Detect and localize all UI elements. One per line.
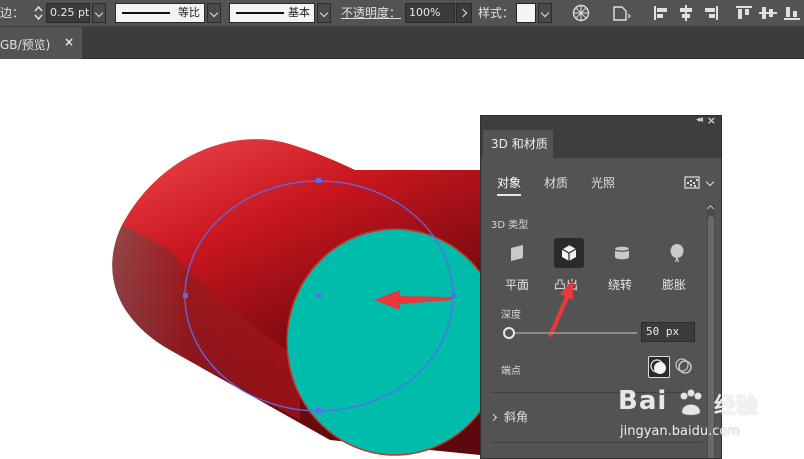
depth-input[interactable]: 50 px [641, 322, 695, 342]
control-bar: 边： 0.25 pt 等比 基本 不透明度： 100% 样式： [0, 0, 804, 27]
type-revolve-button[interactable] [607, 238, 637, 268]
type-inflate-label: 膨胀 [662, 278, 687, 292]
panel-titlebar[interactable]: ◂◂ × [481, 116, 721, 128]
close-tab-icon[interactable]: × [64, 35, 74, 49]
bevel-section-header[interactable]: 斜角 [489, 408, 529, 425]
stroke-weight-dropdown[interactable] [92, 3, 106, 23]
opacity-label[interactable]: 不透明度： [341, 6, 401, 20]
panel-tab-strip: 3D 和材质 [481, 128, 721, 158]
annotation-arrow-up [548, 280, 573, 337]
type-revolve-label: 绕转 [608, 278, 633, 292]
anchor-point-left[interactable] [183, 293, 188, 298]
anchor-point-bottom[interactable] [316, 408, 321, 413]
style-label: 样式： [478, 6, 515, 20]
profile-line-icon [122, 12, 170, 14]
cap-solid-icon [650, 359, 666, 374]
bevel-label: 斜角 [504, 410, 529, 424]
type-plane-label: 平面 [505, 278, 530, 292]
anchor-point-center[interactable] [316, 293, 321, 298]
opacity-expand-button[interactable] [456, 3, 472, 23]
anchor-point-top[interactable] [316, 178, 321, 183]
brush-definition[interactable]: 基本 [229, 3, 315, 23]
depth-label: 深度 [501, 310, 521, 321]
extrude-cube-icon [561, 244, 577, 261]
profile-label: 等比 [178, 6, 200, 19]
watermark-brand-cn: 经验 [714, 394, 759, 419]
cap-hollow-icon [675, 358, 692, 374]
depth-slider-knob[interactable] [503, 327, 515, 339]
plane-icon [511, 245, 523, 261]
style-dropdown[interactable] [538, 3, 552, 23]
cap-on-button[interactable] [648, 356, 670, 378]
expand-chevron-icon [489, 413, 498, 422]
brush-dropdown[interactable] [317, 3, 331, 23]
inflate-balloon-icon [670, 244, 684, 263]
document-tab-title: GB/预览) [0, 38, 51, 52]
recolor-artwork-icon[interactable] [571, 4, 591, 22]
graphic-style-swatch[interactable] [516, 3, 536, 23]
revolve-icon [614, 246, 630, 260]
opacity-field[interactable]: 100% [405, 3, 455, 23]
close-panel-icon[interactable]: × [707, 116, 716, 127]
panel-tab-3d-materials[interactable]: 3D 和材质 [483, 130, 553, 158]
document-setup-icon[interactable] [611, 4, 631, 22]
align-vertical-center-icon[interactable] [758, 4, 778, 22]
cap-label: 端点 [501, 366, 521, 377]
type-inflate-button[interactable] [662, 238, 692, 268]
subtab-lighting[interactable]: 光照 [591, 174, 615, 191]
depth-slider-track[interactable] [511, 332, 637, 334]
watermark-brand: Bai [618, 386, 668, 416]
stroke-spinner-icon[interactable] [32, 3, 45, 23]
align-horizontal-center-icon[interactable] [676, 4, 696, 22]
align-right-icon[interactable] [700, 4, 720, 22]
cap-off-button[interactable] [674, 356, 696, 378]
align-bottom-icon[interactable] [782, 4, 802, 22]
brush-line-icon [236, 12, 284, 14]
watermark-url: jingyan.baidu.com [620, 424, 740, 439]
scroll-up-icon[interactable] [706, 204, 715, 213]
collapse-panel-icon[interactable]: ◂◂ [696, 116, 703, 125]
stroke-weight-field[interactable]: 0.25 pt [46, 3, 90, 23]
brush-label: 基本 [288, 6, 310, 19]
render-settings-icon[interactable] [684, 174, 700, 190]
type-plane-button[interactable] [502, 238, 532, 268]
profile-dropdown[interactable] [207, 3, 221, 23]
document-tab[interactable]: GB/预览) × [0, 27, 82, 59]
subtab-material[interactable]: 材质 [544, 174, 568, 191]
stroke-label: 边： [0, 6, 25, 20]
variable-width-profile[interactable]: 等比 [115, 3, 205, 23]
subtab-object[interactable]: 对象 [497, 174, 522, 196]
align-left-icon[interactable] [652, 4, 672, 22]
3d-type-heading: 3D 类型 [491, 220, 529, 231]
document-tab-bar: GB/预览) × [0, 27, 804, 59]
align-top-icon[interactable] [734, 4, 754, 22]
paw-logo-icon [680, 389, 702, 416]
type-extrude-button[interactable] [554, 238, 584, 268]
baidu-jingyan-watermark: Bai 经验 jingyan.baidu.com [618, 386, 788, 446]
cylinder-front-face[interactable] [286, 228, 504, 456]
